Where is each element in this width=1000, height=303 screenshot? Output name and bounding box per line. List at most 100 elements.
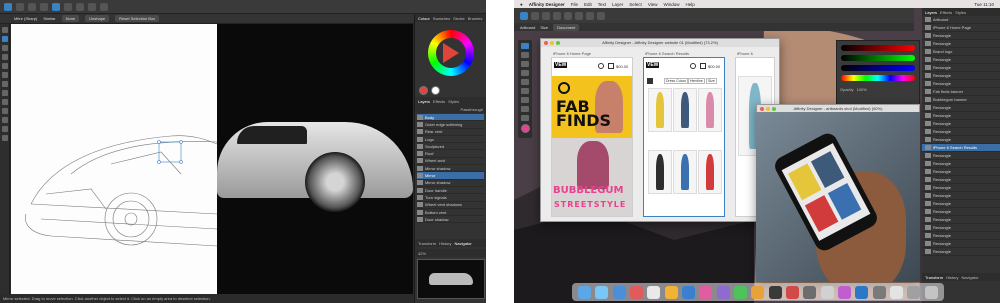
layer-row[interactable]: Rear vent (417, 129, 484, 136)
search-icon[interactable] (598, 63, 604, 69)
export-persona-icon[interactable] (542, 11, 550, 20)
artboard-home-page[interactable]: VEW $00.00 FAB FINDS BUBBLEGUM STREETSTY… (551, 57, 633, 217)
minimize-button[interactable] (550, 41, 554, 45)
zoom-button[interactable] (556, 41, 560, 45)
transparency-tool-icon[interactable] (1, 90, 8, 96)
artboard-label[interactable]: iPhone 6 Home Page (553, 51, 591, 56)
artboard-search-results[interactable]: VEW $00.00 Dress Colour Hemline Size (643, 57, 725, 217)
layer-row[interactable]: Roof (417, 150, 484, 158)
snapping-icon[interactable] (553, 11, 561, 20)
tab-navigator[interactable]: Navigator (455, 241, 472, 246)
bubblegum-banner[interactable]: BUBBLEGUM STREETSTYLE (552, 138, 632, 216)
dock-app-icon[interactable] (612, 285, 626, 299)
tab-effects[interactable]: Effects (940, 10, 952, 15)
fab-finds-banner[interactable]: FAB FINDS (552, 76, 632, 138)
layer-row[interactable]: Rectangle (922, 80, 1000, 88)
layer-row[interactable]: Rectangle (922, 248, 1000, 256)
layer-row[interactable]: Brand logo (922, 48, 1000, 56)
layer-row[interactable]: Rectangle (922, 32, 1000, 40)
artboard-label[interactable]: iPhone 6 (737, 51, 753, 56)
align-icon[interactable] (597, 11, 605, 20)
dock-app-icon[interactable] (630, 285, 644, 299)
menu-window[interactable]: Window (664, 2, 680, 7)
product-card[interactable] (648, 88, 672, 132)
move-tool-icon[interactable] (1, 27, 8, 33)
layer-row[interactable]: Rectangle (922, 120, 1000, 128)
pen-tool-icon[interactable] (521, 61, 529, 67)
filter-dress-colour[interactable]: Dress Colour (664, 78, 689, 84)
tab-transform[interactable]: Transform (925, 275, 943, 280)
tab-styles[interactable]: Styles (955, 10, 966, 15)
similar-field[interactable]: Similar (43, 16, 55, 21)
layer-row[interactable]: Body (417, 114, 484, 122)
app-persona-icon[interactable] (4, 2, 12, 11)
dock-app-icon[interactable] (578, 285, 592, 299)
reset-selection-box-button[interactable]: Reset Selection Box (115, 15, 160, 22)
menu-edit[interactable]: Edit (584, 2, 592, 7)
layer-row[interactable]: Door shadow (417, 216, 484, 224)
product-card[interactable] (673, 88, 697, 132)
filter-size[interactable]: Size (706, 78, 717, 84)
dock-app-icon[interactable] (768, 285, 782, 299)
tab-history[interactable]: History (946, 275, 958, 280)
stroke-swatch[interactable] (431, 86, 440, 95)
corner-tool-icon[interactable] (1, 45, 8, 51)
size-select[interactable]: Document (553, 23, 580, 31)
tab-transform[interactable]: Transform (418, 241, 436, 246)
layer-row[interactable]: Rectangle (922, 192, 1000, 200)
dock-app-icon[interactable] (786, 285, 800, 299)
export-persona-icon[interactable] (28, 2, 36, 11)
rectangle-tool-icon[interactable] (521, 97, 529, 103)
menu-layer[interactable]: Layer (612, 2, 623, 7)
tab-effects[interactable]: Effects (433, 99, 445, 104)
layer-row[interactable]: Rectangle (922, 176, 1000, 184)
menu-help[interactable]: Help (686, 2, 695, 7)
pixel-persona-icon[interactable] (531, 11, 539, 20)
tab-history[interactable]: History (439, 241, 451, 246)
fill-tool-icon[interactable] (521, 88, 529, 94)
layer-row[interactable]: Mirror (417, 172, 484, 180)
dock-app-icon[interactable] (820, 285, 834, 299)
unshape-button[interactable]: Unshape (85, 15, 110, 22)
layer-row[interactable]: Wheel arch (417, 158, 484, 166)
menu-select[interactable]: Select (629, 2, 642, 7)
dock-app-icon[interactable] (734, 285, 748, 299)
dock-app-icon[interactable] (803, 285, 817, 299)
close-button[interactable] (544, 41, 548, 45)
pixel-persona-icon[interactable] (16, 2, 24, 11)
layer-row[interactable]: Rectangle (922, 104, 1000, 112)
layer-row[interactable]: Rectangle (922, 72, 1000, 80)
blend-mode-select[interactable]: Passthrough (461, 107, 483, 112)
cart-icon[interactable] (700, 63, 706, 69)
zoom-button[interactable] (772, 107, 776, 111)
brush-tool-icon[interactable] (1, 72, 8, 78)
fill-tool-icon[interactable] (1, 81, 8, 87)
layer-row[interactable]: Rectangle (922, 200, 1000, 208)
product-card[interactable] (698, 88, 722, 132)
dock-app-icon[interactable] (838, 285, 852, 299)
minimize-button[interactable] (766, 107, 770, 111)
red-slider[interactable] (841, 45, 915, 51)
fill-swatch[interactable] (520, 124, 530, 133)
pen-tool-icon[interactable] (1, 54, 8, 60)
layer-row[interactable]: Rectangle (922, 168, 1000, 176)
layer-row[interactable]: Turn signals (417, 194, 484, 202)
layer-row[interactable]: Rectangle (922, 112, 1000, 120)
menu-app-name[interactable]: Affinity Designer (529, 2, 565, 7)
view-mode-icon[interactable] (52, 2, 60, 11)
align-icon[interactable] (100, 2, 108, 11)
pencil-tool-icon[interactable] (1, 63, 8, 69)
none-button[interactable]: None (61, 15, 80, 22)
layer-row[interactable]: Bottom vent (417, 209, 484, 217)
dock-app-icon[interactable] (682, 285, 696, 299)
close-button[interactable] (760, 107, 764, 111)
dock-app-icon[interactable] (595, 285, 609, 299)
zoom-label[interactable]: 42% (418, 251, 426, 256)
dock-app-icon[interactable] (872, 285, 886, 299)
boolean-subtract-icon[interactable] (76, 2, 84, 11)
boolean-subtract-icon[interactable] (575, 11, 583, 20)
canvas-rendered-area[interactable] (217, 24, 413, 294)
dock-app-icon[interactable] (924, 285, 938, 299)
zoom-tool-icon[interactable] (521, 115, 529, 121)
tab-navigator[interactable]: Navigator (962, 275, 979, 280)
